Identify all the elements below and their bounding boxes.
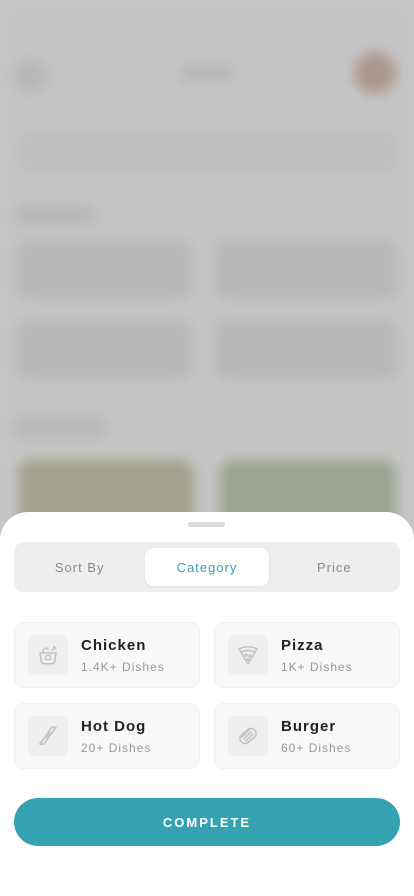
category-count: 1K+ Dishes xyxy=(281,659,353,674)
category-card-hot-dog[interactable]: Hot Dog 20+ Dishes xyxy=(14,703,200,769)
tab-category[interactable]: Category xyxy=(145,548,269,586)
category-card-chicken[interactable]: Chicken 1.4K+ Dishes xyxy=(14,622,200,688)
chicken-icon xyxy=(28,635,68,675)
category-card-burger[interactable]: Burger 60+ Dishes xyxy=(214,703,400,769)
category-card-pizza[interactable]: Pizza 1K+ Dishes xyxy=(214,622,400,688)
pizza-icon xyxy=(228,635,268,675)
burger-icon xyxy=(228,716,268,756)
sheet-drag-handle[interactable] xyxy=(188,522,225,527)
tab-sort-by[interactable]: Sort By xyxy=(18,548,141,586)
category-count: 20+ Dishes xyxy=(81,740,152,755)
complete-button[interactable]: COMPLETE xyxy=(14,798,400,846)
category-grid: Chicken 1.4K+ Dishes Pizza 1K+ Dishes Ho… xyxy=(14,622,400,769)
tab-price[interactable]: Price xyxy=(273,548,396,586)
filter-bottom-sheet: Sort By Category Price Chicken 1.4K+ Dis… xyxy=(0,512,414,896)
category-title: Pizza xyxy=(281,636,324,654)
category-count: 60+ Dishes xyxy=(281,740,352,755)
category-title: Hot Dog xyxy=(81,717,147,735)
hot-dog-icon xyxy=(28,716,68,756)
category-title: Burger xyxy=(281,717,337,735)
category-count: 1.4K+ Dishes xyxy=(81,659,165,674)
category-title: Chicken xyxy=(81,636,147,654)
filter-tabs: Sort By Category Price xyxy=(14,542,400,592)
